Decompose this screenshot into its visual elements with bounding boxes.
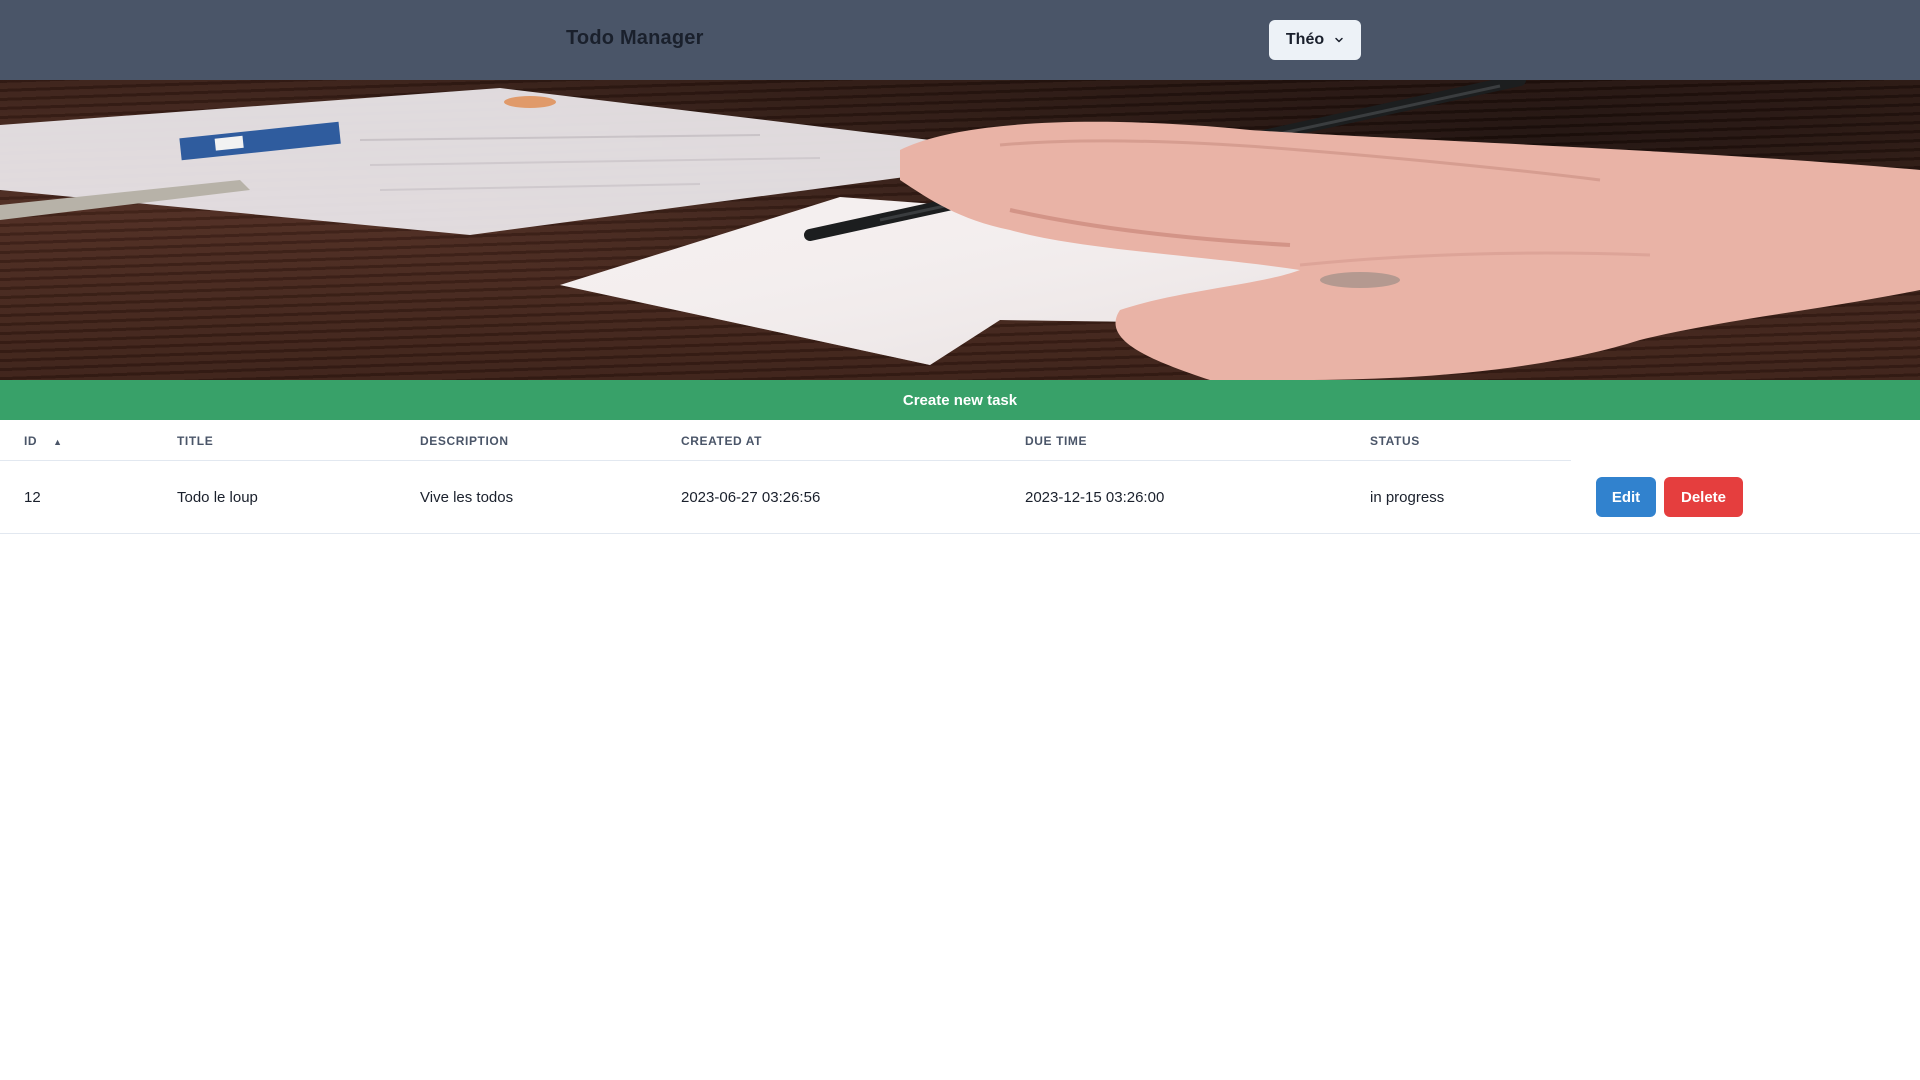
user-name-label: Théo	[1285, 31, 1325, 48]
create-task-button[interactable]: Create new task	[0, 380, 1920, 420]
column-header-id[interactable]: ID ▲	[24, 434, 63, 448]
column-header-title[interactable]: TITLE	[177, 434, 213, 448]
column-header-due-time[interactable]: DUE TIME	[1025, 434, 1087, 448]
cell-due-time: 2023-12-15 03:26:00	[1025, 489, 1165, 506]
delete-button[interactable]: Delete	[1664, 477, 1743, 517]
table-header: ID ▲ TITLE DESCRIPTION CREATED AT DUE TI…	[0, 420, 1571, 461]
table-row: 12 Todo le loup Vive les todos 2023-06-2…	[0, 461, 1920, 534]
hero-banner-image	[0, 80, 1920, 380]
cell-created-at: 2023-06-27 03:26:56	[681, 489, 821, 506]
column-header-created-at[interactable]: CREATED AT	[681, 434, 762, 448]
cell-id: 12	[24, 489, 41, 506]
tasks-table: ID ▲ TITLE DESCRIPTION CREATED AT DUE TI…	[0, 420, 1920, 534]
user-menu-button[interactable]: Théo	[1269, 20, 1361, 60]
column-header-label: ID	[24, 434, 38, 448]
column-header-description[interactable]: DESCRIPTION	[420, 434, 509, 448]
cell-status: in progress	[1370, 489, 1445, 506]
cell-description: Vive les todos	[420, 489, 514, 506]
edit-button[interactable]: Edit	[1596, 477, 1656, 517]
cell-title: Todo le loup	[177, 489, 258, 506]
sort-ascending-icon: ▲	[53, 436, 63, 447]
top-navbar: Todo Manager Théo	[0, 0, 1920, 80]
desk-writing-illustration	[0, 80, 1920, 380]
app-title: Todo Manager	[566, 27, 704, 49]
column-header-status[interactable]: STATUS	[1370, 434, 1420, 448]
chevron-down-icon	[1335, 37, 1343, 43]
